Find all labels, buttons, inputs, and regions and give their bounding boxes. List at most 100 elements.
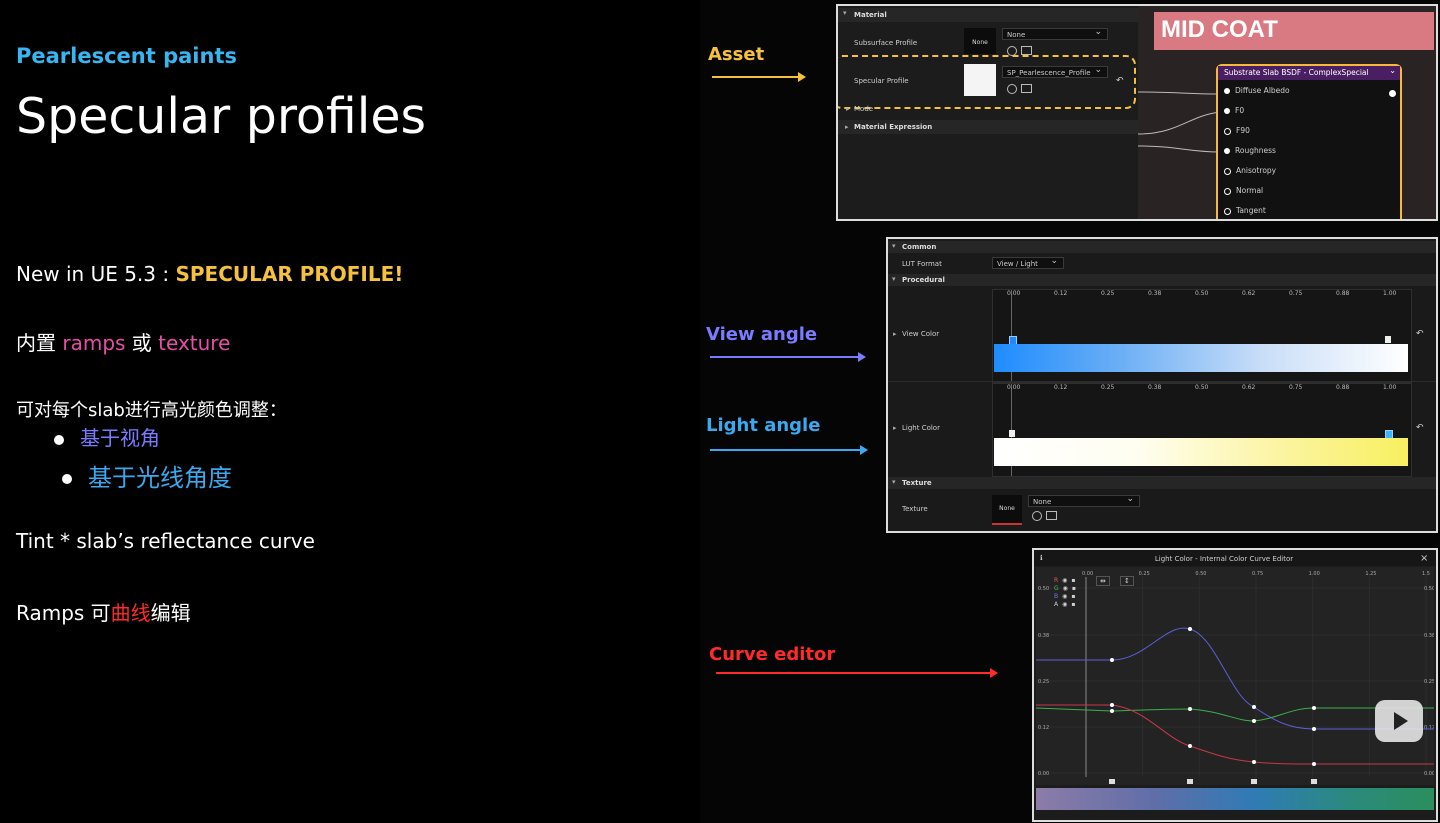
- substrate-node[interactable]: Substrate Slab BSDF - ComplexSpecial ⌄ D…: [1216, 64, 1402, 219]
- channel-row-g[interactable]: G ◉ ▪: [1054, 585, 1076, 592]
- lut-dropdown[interactable]: View / Light: [992, 255, 1064, 269]
- gradient-stop-marker[interactable]: [1251, 779, 1257, 784]
- tick-label: 0.25: [1101, 384, 1115, 391]
- reset-icon[interactable]: ↶: [1116, 76, 1124, 86]
- comment-title: MID COAT: [1161, 16, 1278, 43]
- collapse-icon[interactable]: ▾: [843, 9, 847, 17]
- fit-vertical-button[interactable]: ↕: [1120, 576, 1134, 586]
- subsurface-value: None: [1007, 31, 1026, 39]
- curve-key[interactable]: [1252, 705, 1256, 709]
- curve-key[interactable]: [1252, 719, 1256, 723]
- fit-horizontal-button[interactable]: ⇹: [1096, 576, 1110, 586]
- browse-icon[interactable]: [1021, 46, 1032, 55]
- tick-label: 0.62: [1242, 290, 1256, 297]
- x-tick-label: 0.50: [1195, 571, 1206, 577]
- pin-f0[interactable]: F0: [1224, 106, 1244, 115]
- texture-thumbnail[interactable]: None: [992, 495, 1022, 525]
- specular-thumbnail[interactable]: [964, 64, 996, 96]
- text-line-ramps: 内置 ramps 或 texture: [16, 327, 230, 356]
- bullet-dot: [62, 474, 72, 484]
- collapse-icon[interactable]: ▾: [892, 242, 896, 250]
- channel-row-b[interactable]: B ◉ ▪: [1054, 593, 1075, 600]
- lock-icon[interactable]: ▪: [1071, 601, 1075, 608]
- tick-label: 1.00: [1383, 290, 1397, 297]
- tick-label: 0.38: [1148, 290, 1162, 297]
- pin-diffuse-albedo[interactable]: Diffuse Albedo: [1224, 86, 1290, 95]
- section-procedural[interactable]: Procedural: [888, 274, 1436, 286]
- view-color-ramp-editor[interactable]: 0.00 0.12 0.25 0.38 0.50 0.62 0.75 0.88 1.00: [992, 289, 1412, 383]
- lock-icon[interactable]: ▪: [1072, 585, 1076, 592]
- curve-key[interactable]: [1312, 762, 1316, 766]
- x-tick-label: 1.00: [1309, 571, 1320, 577]
- pin-normal[interactable]: Normal: [1224, 186, 1263, 195]
- use-selected-icon[interactable]: [1007, 84, 1017, 94]
- subsurface-dropdown[interactable]: None: [1002, 26, 1108, 40]
- visibility-eye-icon[interactable]: ◉: [1062, 577, 1067, 584]
- channel-row-r[interactable]: R ◉ ▪: [1054, 577, 1076, 584]
- close-icon[interactable]: ×: [1420, 553, 1428, 564]
- line1-prefix: New in UE 5.3 :: [16, 262, 176, 286]
- curve-key[interactable]: [1110, 703, 1114, 707]
- visibility-eye-icon[interactable]: ◉: [1062, 601, 1067, 608]
- section-material-expression[interactable]: Material Expression: [838, 120, 1138, 134]
- output-pin[interactable]: [1389, 90, 1396, 97]
- section-texture[interactable]: Texture: [888, 477, 1436, 489]
- callout-curve-editor: Curve editor: [709, 644, 836, 665]
- specular-dropdown[interactable]: SP_Pearlescence_Profile: [1002, 64, 1108, 78]
- light-key-start[interactable]: [1009, 430, 1015, 437]
- section-common[interactable]: Common: [888, 241, 1436, 253]
- channel-row-a[interactable]: A ◉ ▪: [1054, 601, 1075, 608]
- texture-dropdown[interactable]: None: [1028, 493, 1140, 507]
- reset-icon[interactable]: ↶: [1416, 329, 1424, 339]
- text-line-new-in: New in UE 5.3 : SPECULAR PROFILE!: [16, 262, 403, 286]
- video-play-badge[interactable]: [1375, 700, 1423, 742]
- curve-key[interactable]: [1188, 627, 1192, 631]
- pin-tangent[interactable]: Tangent: [1224, 206, 1266, 215]
- node-collapse-icon[interactable]: ⌄: [1389, 66, 1396, 75]
- gradient-stop-marker[interactable]: [1187, 779, 1193, 784]
- collapse-icon[interactable]: ▾: [892, 478, 896, 486]
- lock-icon[interactable]: ▪: [1071, 593, 1075, 600]
- callout-asset: Asset: [708, 44, 765, 65]
- lut-label: LUT Format: [902, 260, 942, 268]
- curve-key[interactable]: [1312, 706, 1316, 710]
- curve-editor-panel: ℹ Light Color - Internal Color Curve Edi…: [1032, 548, 1438, 822]
- subsurface-thumbnail[interactable]: None: [964, 28, 996, 54]
- browse-icon[interactable]: [1046, 511, 1057, 520]
- gradient-stop-marker[interactable]: [1311, 779, 1317, 784]
- pin-roughness[interactable]: Roughness: [1224, 146, 1276, 155]
- curve-editor-title: Light Color - Internal Color Curve Edito…: [1154, 555, 1294, 563]
- light-color-ramp-editor[interactable]: 0.00 0.12 0.25 0.38 0.50 0.62 0.75 0.88 1.00: [992, 383, 1412, 477]
- curve-key[interactable]: [1188, 707, 1192, 711]
- bullet1-text: 基于视角: [80, 426, 160, 450]
- tick-label: 0.75: [1289, 290, 1303, 297]
- collapse-icon[interactable]: ▾: [892, 275, 896, 283]
- reset-icon[interactable]: ↶: [1416, 423, 1424, 433]
- section-material[interactable]: Material: [838, 8, 1138, 22]
- view-key-end[interactable]: [1385, 336, 1391, 343]
- material-graph[interactable]: MID COAT Substrate Slab BSDF - ComplexSp…: [1138, 6, 1436, 219]
- view-color-label: View Color: [902, 330, 940, 338]
- use-selected-icon[interactable]: [1032, 511, 1042, 521]
- procedural-label: Procedural: [902, 276, 945, 284]
- gradient-stop-marker[interactable]: [1109, 779, 1115, 784]
- expand-icon[interactable]: ▸: [846, 105, 850, 113]
- curve-key[interactable]: [1110, 709, 1114, 713]
- mode-label[interactable]: Mode: [854, 105, 873, 113]
- expand-icon[interactable]: ▸: [893, 330, 897, 338]
- curve-key[interactable]: [1188, 744, 1192, 748]
- pin-f90[interactable]: F90: [1224, 126, 1250, 135]
- pin-anisotropy[interactable]: Anisotropy: [1224, 166, 1276, 175]
- y-tick-label: 0.12: [1038, 725, 1049, 731]
- curve-graph-area[interactable]: 0.00 0.25 0.50 0.75 1.00 1.25 1.5 0.50 0.50 0.38 0…: [1036, 567, 1434, 785]
- curve-key[interactable]: [1110, 658, 1114, 662]
- visibility-eye-icon[interactable]: ◉: [1063, 585, 1068, 592]
- visibility-eye-icon[interactable]: ◉: [1062, 593, 1067, 600]
- browse-icon[interactable]: [1021, 84, 1032, 93]
- curve-key[interactable]: [1312, 727, 1316, 731]
- lock-icon[interactable]: ▪: [1071, 577, 1075, 584]
- expand-icon[interactable]: ▸: [845, 123, 849, 131]
- curve-key[interactable]: [1252, 760, 1256, 764]
- y-tick-label: 0.00: [1038, 771, 1049, 777]
- expand-icon[interactable]: ▸: [893, 424, 897, 432]
